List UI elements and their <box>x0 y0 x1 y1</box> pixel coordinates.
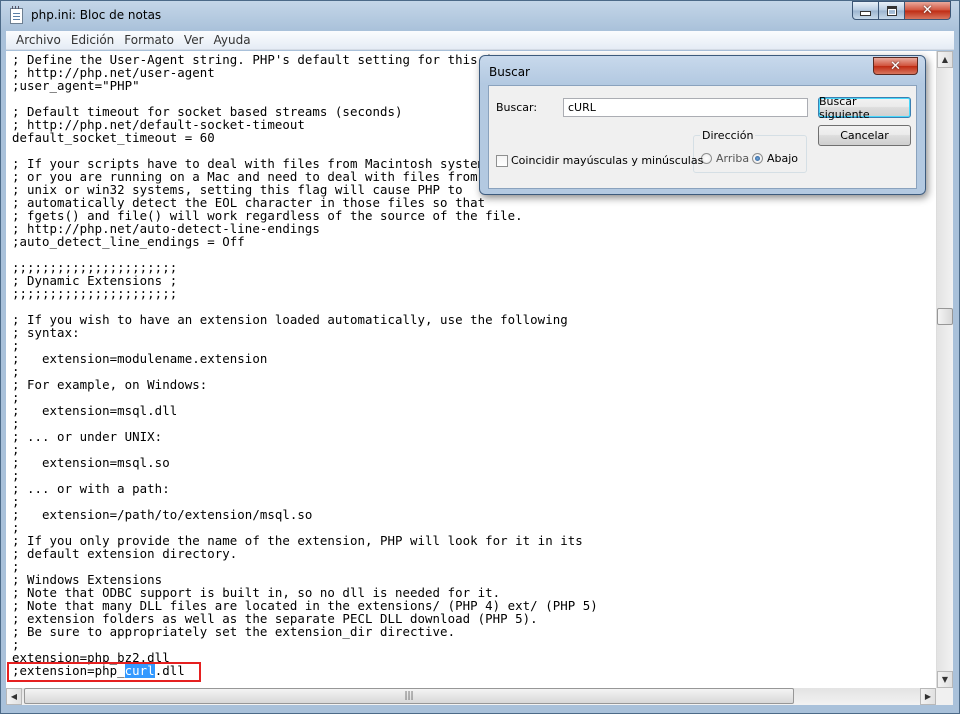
find-dialog-title: Buscar <box>489 65 530 79</box>
scroll-up-button[interactable]: ▲ <box>937 51 953 68</box>
editor-line: ; ... or under UNIX: <box>12 429 163 444</box>
find-dialog-close-button[interactable]: ✕ <box>873 57 918 75</box>
editor-line: ; If you wish to have an extension loade… <box>12 312 568 327</box>
direction-down-radio[interactable]: Abajo <box>752 152 798 165</box>
arrow-up-icon: ▲ <box>941 55 949 64</box>
close-icon: ✕ <box>922 3 933 18</box>
scroll-left-button[interactable]: ◀ <box>6 688 22 705</box>
checkbox-icon <box>496 154 508 167</box>
editor-line-current: ;extension=php_curl.dll <box>12 663 185 678</box>
selected-text: curl <box>124 663 155 678</box>
editor-line: ; For example, on Windows: <box>12 377 208 392</box>
editor-line: ; Be sure to appropriately set the exten… <box>12 624 456 639</box>
radio-down-icon <box>752 153 763 164</box>
menu-formato[interactable]: Formato <box>119 33 179 47</box>
vertical-scrollbar[interactable]: ▲ ▼ <box>936 51 953 688</box>
find-dialog-body: Buscar: Buscar siguiente Cancelar Direcc… <box>488 85 917 189</box>
window-controls: ✕ <box>852 1 951 20</box>
arrow-left-icon: ◀ <box>10 692 18 701</box>
close-button[interactable]: ✕ <box>905 1 951 20</box>
editor-line: ; extension=msql.so <box>12 455 170 470</box>
direction-up-radio[interactable]: Arriba <box>701 152 749 165</box>
find-next-button[interactable]: Buscar siguiente <box>818 95 911 121</box>
editor-line: ; syntax: <box>12 325 80 340</box>
maximize-icon <box>886 5 897 16</box>
scroll-right-button[interactable]: ▶ <box>920 688 936 705</box>
direction-up-label: Arriba <box>716 152 750 165</box>
grip-icon: ||| <box>404 691 414 701</box>
size-grip[interactable] <box>936 688 953 705</box>
menu-edicion[interactable]: Edición <box>66 33 119 47</box>
minimize-icon <box>860 11 871 16</box>
direction-down-label: Abajo <box>767 152 799 165</box>
editor-line: ; extension=msql.dll <box>12 403 178 418</box>
find-input[interactable] <box>563 98 808 117</box>
menu-ayuda[interactable]: Ayuda <box>209 33 256 47</box>
scroll-down-button[interactable]: ▼ <box>937 671 953 688</box>
minimize-button[interactable] <box>852 1 879 20</box>
match-case-label: Coincidir mayúsculas y minúsculas <box>511 154 704 167</box>
horizontal-scrollbar[interactable]: ◀ ||| ▶ <box>6 688 936 705</box>
find-dialog: Buscar ✕ Buscar: Buscar siguiente Cancel… <box>479 55 926 195</box>
editor-line: ;user_agent="PHP" <box>12 78 140 93</box>
title-bar[interactable]: php.ini: Bloc de notas ✕ <box>1 1 959 31</box>
editor-line: ;auto_detect_line_endings = Off <box>12 234 245 249</box>
editor-line: ; default extension directory. <box>12 546 238 561</box>
editor-line: ; extension=/path/to/extension/msql.so <box>12 507 313 522</box>
direction-label: Dirección <box>700 129 756 142</box>
arrow-right-icon: ▶ <box>924 692 932 701</box>
find-label: Buscar: <box>496 101 538 114</box>
notepad-app-icon <box>10 6 23 24</box>
menu-archivo[interactable]: Archivo <box>11 33 66 47</box>
editor-line: ; extension=modulename.extension <box>12 351 268 366</box>
direction-group: Dirección Arriba Abajo <box>693 129 807 173</box>
vertical-scroll-thumb[interactable] <box>937 308 953 325</box>
window-title: php.ini: Bloc de notas <box>31 8 162 22</box>
menu-ver[interactable]: Ver <box>179 33 209 47</box>
editor-line: ; ... or with a path: <box>12 481 170 496</box>
cancel-button[interactable]: Cancelar <box>818 125 911 146</box>
editor-line: ;;;;;;;;;;;;;;;;;;;;;; <box>12 286 178 301</box>
editor-line-suffix: .dll <box>154 663 185 678</box>
arrow-down-icon: ▼ <box>941 675 949 684</box>
editor-line-prefix: ;extension=php_ <box>12 663 125 678</box>
match-case-checkbox[interactable]: Coincidir mayúsculas y minúsculas <box>496 154 703 167</box>
maximize-button[interactable] <box>879 1 905 20</box>
editor-line: default_socket_timeout = 60 <box>12 130 215 145</box>
horizontal-scroll-thumb[interactable]: ||| <box>24 688 794 704</box>
menu-bar: Archivo Edición Formato Ver Ayuda <box>6 31 954 50</box>
close-icon: ✕ <box>890 58 901 74</box>
